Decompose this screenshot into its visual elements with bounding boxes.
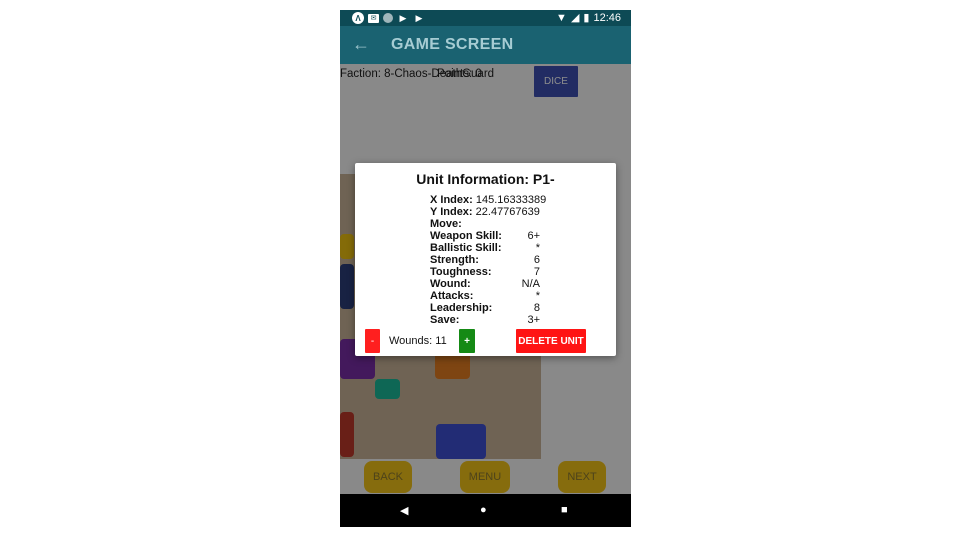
stat-y-index: Y Index: 22.47767639: [430, 206, 540, 218]
unit-stats: X Index: 145.16333389 Y Index: 22.477676…: [430, 194, 570, 326]
stat-toughness: Toughness: 7: [430, 266, 540, 278]
delete-unit-button[interactable]: DELETE UNIT: [516, 329, 586, 353]
app-bar: ← GAME SCREEN: [340, 26, 631, 64]
system-status: ▼ ◢ ▮ 12:46: [556, 11, 621, 25]
globe-icon: [383, 13, 393, 23]
status-bar: Λ ✉ ▶ ▶ ▼ ◢ ▮ 12:46: [340, 10, 631, 26]
nav-back-icon[interactable]: ◀: [400, 504, 408, 517]
page-title: GAME SCREEN: [391, 36, 514, 53]
stat-weapon-skill: Weapon Skill: 6+: [430, 230, 540, 242]
back-arrow-icon[interactable]: ←: [352, 34, 370, 55]
play-store-icon: ▶: [415, 12, 423, 23]
stat-ballistic-skill: Ballistic Skill: *: [430, 242, 540, 254]
wifi-icon: ▼: [556, 11, 567, 24]
stat-x-index: X Index: 145.16333389: [430, 194, 547, 206]
increase-wounds-button[interactable]: +: [459, 329, 475, 353]
nav-recents-icon[interactable]: ■: [561, 504, 568, 516]
app-a-icon: Λ: [352, 12, 364, 24]
stat-move: Move:: [430, 218, 462, 230]
play-store-icon: ▶: [399, 12, 407, 23]
signal-icon: ◢: [570, 12, 580, 24]
stat-wound: Wound: N/A: [430, 278, 540, 290]
stat-attacks: Attacks: *: [430, 290, 540, 302]
mail-icon: ✉: [368, 13, 379, 23]
phone-screen: Λ ✉ ▶ ▶ ▼ ◢ ▮ 12:46 ← GAME SCREEN Factio…: [340, 10, 631, 527]
clock: 12:46: [593, 11, 621, 24]
stat-save: Save: 3+: [430, 314, 540, 326]
battery-icon: ▮: [583, 12, 590, 24]
nav-home-icon[interactable]: ●: [480, 504, 487, 516]
wounds-counter: Wounds: 11: [389, 335, 447, 347]
stat-strength: Strength: 6: [430, 254, 540, 266]
system-nav-bar: ◀ ● ■: [340, 494, 631, 527]
unit-info-dialog: Unit Information: P1- X Index: 145.16333…: [355, 163, 616, 356]
decrease-wounds-button[interactable]: -: [365, 329, 380, 353]
notification-icons: Λ ✉ ▶ ▶: [352, 12, 425, 24]
stat-leadership: Leadership: 8: [430, 302, 540, 314]
dialog-title: Unit Information: P1-: [416, 171, 555, 187]
